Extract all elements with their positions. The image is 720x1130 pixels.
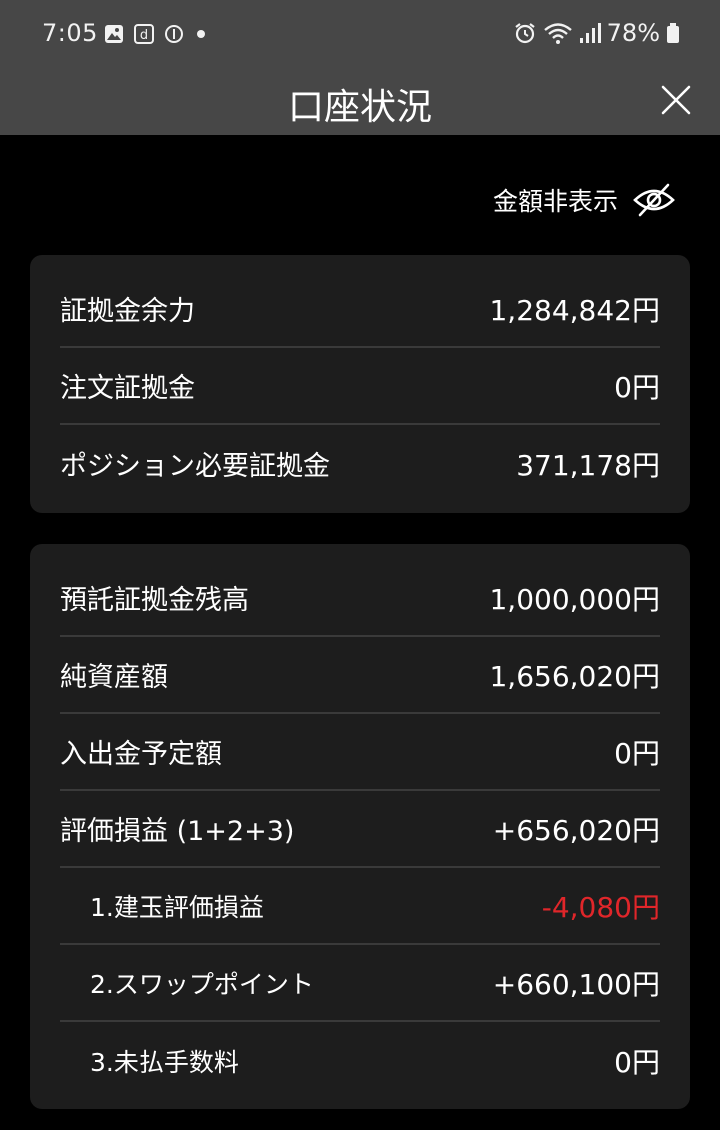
row-value: 0円 — [614, 370, 660, 404]
signal-icon — [579, 23, 601, 43]
row-value: +656,020円 — [492, 813, 660, 847]
gallery-icon — [105, 25, 123, 43]
row-label: 2.スワップポイント — [90, 969, 314, 999]
row-value: 0円 — [614, 1045, 660, 1079]
row-value: 0円 — [614, 736, 660, 770]
close-button[interactable] — [656, 80, 696, 120]
row-label: 入出金予定額 — [60, 739, 222, 770]
d-app-icon: d — [134, 24, 154, 44]
row-value: +660,100円 — [492, 967, 660, 1001]
row-value: 1,656,020円 — [489, 659, 660, 693]
row-value: 1,284,842円 — [489, 293, 660, 327]
deposit-balance-row: 預託証拠金残高 1,000,000円 — [60, 560, 660, 637]
dot-icon — [197, 30, 205, 38]
row-label: 証拠金余力 — [60, 296, 195, 327]
eye-off-icon — [633, 183, 675, 217]
wifi-icon — [543, 23, 572, 44]
net-assets-row: 純資産額 1,656,020円 — [60, 637, 660, 714]
notification-icons: d — [104, 24, 208, 44]
row-label: 注文証拠金 — [60, 373, 195, 404]
info-icon — [165, 25, 183, 43]
row-value: -4,080円 — [541, 890, 660, 924]
status-time: 7:05 — [42, 19, 98, 47]
svg-text:d: d — [140, 28, 148, 43]
row-label: 3.未払手数料 — [90, 1047, 239, 1077]
row-value: 371,178円 — [516, 448, 660, 482]
row-value: 1,000,000円 — [489, 582, 660, 616]
hide-amounts-toggle[interactable]: 金額非表示 — [493, 182, 676, 218]
position-margin-row: ポジション必要証拠金 371,178円 — [60, 425, 660, 502]
battery-percent: 78% — [606, 19, 660, 47]
row-label: 預託証拠金残高 — [60, 585, 249, 616]
hide-amounts-label: 金額非表示 — [492, 187, 618, 216]
alarm-icon — [514, 23, 535, 44]
close-icon — [661, 85, 691, 115]
margin-available-row: 証拠金余力 1,284,842円 — [60, 271, 660, 348]
page-title: 口座状況 — [287, 87, 432, 128]
system-status: 78% — [513, 19, 680, 47]
row-label: 1.建玉評価損益 — [90, 892, 264, 922]
order-margin-row: 注文証拠金 0円 — [60, 348, 660, 425]
status-bar: 7:05 d 78% — [0, 0, 720, 70]
balance-card: 預託証拠金残高 1,000,000円 純資産額 1,656,020円 入出金予定… — [30, 544, 690, 1109]
row-label: 純資産額 — [60, 662, 168, 693]
row-label: ポジション必要証拠金 — [60, 451, 330, 482]
margin-card: 証拠金余力 1,284,842円 注文証拠金 0円 ポジション必要証拠金 371… — [30, 255, 690, 513]
position-pl-row: 1.建玉評価損益 -4,080円 — [60, 868, 660, 945]
row-label: 評価損益 (1+2+3) — [60, 816, 295, 847]
valuation-pl-row: 評価損益 (1+2+3) +656,020円 — [60, 791, 660, 868]
unpaid-fees-row: 3.未払手数料 0円 — [60, 1022, 660, 1099]
scheduled-transfer-row: 入出金予定額 0円 — [60, 714, 660, 791]
app-header: 口座状況 — [0, 70, 720, 135]
swap-points-row: 2.スワップポイント +660,100円 — [60, 945, 660, 1022]
battery-icon — [667, 23, 679, 43]
